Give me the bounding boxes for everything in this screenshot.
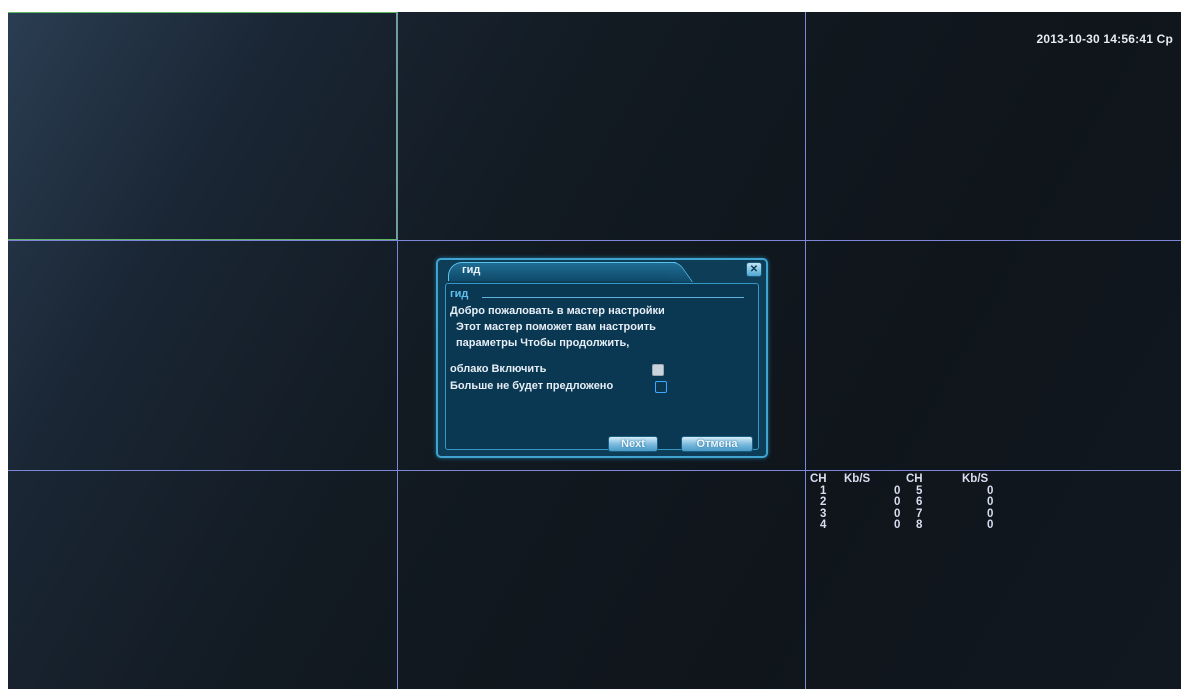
- guide-wizard-dialog: гид ✕ гид Добро пожаловать в мастер наст…: [436, 258, 768, 458]
- grid-divider-horizontal-2: [8, 470, 1181, 471]
- grid-divider-horizontal-1: [8, 240, 1181, 241]
- grid-selected-border-right: [396, 12, 397, 240]
- bitrate-row: 3 0 7 0: [810, 507, 1002, 521]
- bitrate-cell: 6: [916, 496, 923, 508]
- bitrate-cell: 2: [820, 496, 827, 508]
- bitrate-cell: 0: [987, 507, 994, 520]
- bitrate-cell: 0: [987, 496, 994, 508]
- description-line-1: Этот мастер поможет вам настроить: [456, 321, 656, 333]
- dvr-screen: 2013-10-30 14:56:41 Ср CH Kb/S CH Kb/S 1…: [8, 12, 1181, 689]
- cloud-enable-label: облако Включить: [450, 363, 547, 375]
- bitrate-header-row: CH Kb/S CH Kb/S: [810, 473, 1002, 486]
- bitrate-header-kbs-2: Kb/S: [962, 473, 989, 485]
- grid-divider-vertical-2: [805, 12, 806, 689]
- welcome-text: Добро пожаловать в мастер настройки: [450, 305, 665, 317]
- bitrate-row: 1 0 5 0: [810, 484, 1002, 498]
- bitrate-cell: 0: [894, 496, 901, 508]
- bitrate-cell: 3: [820, 507, 827, 520]
- cloud-enable-checkbox[interactable]: [652, 364, 664, 376]
- bitrate-header-ch-2: CH: [906, 473, 923, 485]
- bitrate-cell: 7: [916, 507, 923, 520]
- grid-selected-border-top: [8, 12, 397, 13]
- dialog-title-tab: [448, 262, 676, 281]
- date-time-display: 2013-10-30 14:56:41 Ср: [1036, 32, 1173, 46]
- grid-divider-vertical-1: [397, 12, 398, 689]
- next-button[interactable]: Next: [608, 436, 658, 452]
- dont-show-again-label: Больше не будет предложено: [450, 380, 614, 392]
- grid-selected-border-bottom: [8, 239, 397, 240]
- bitrate-table: CH Kb/S CH Kb/S 1 0 5 0 2 0 6 0 3 0 7 0 …: [810, 473, 1002, 532]
- dialog-titlebar: гид ✕: [438, 260, 766, 281]
- close-icon[interactable]: ✕: [746, 262, 762, 277]
- description-line-2: параметры Чтобы продолжить,: [456, 337, 630, 349]
- bitrate-cell: 4: [820, 519, 827, 531]
- bitrate-cell: 5: [916, 484, 923, 497]
- bitrate-row: 2 0 6 0: [810, 496, 1002, 509]
- bitrate-row: 4 0 8 0: [810, 519, 1002, 532]
- section-title: гид: [450, 288, 469, 300]
- dialog-body: гид Добро пожаловать в мастер настройки …: [445, 283, 759, 452]
- bitrate-cell: 0: [894, 519, 901, 531]
- section-divider: [482, 297, 744, 298]
- bitrate-cell: 0: [987, 519, 994, 531]
- bitrate-header-ch-1: CH: [810, 473, 827, 485]
- cancel-button[interactable]: Отмена: [681, 436, 753, 452]
- bitrate-header-kbs-1: Kb/S: [844, 473, 871, 485]
- bitrate-cell: 0: [987, 484, 994, 497]
- dialog-title: гид: [462, 264, 481, 276]
- dont-show-again-checkbox[interactable]: [655, 381, 667, 393]
- bitrate-cell: 1: [820, 484, 827, 497]
- bitrate-cell: 8: [916, 519, 923, 531]
